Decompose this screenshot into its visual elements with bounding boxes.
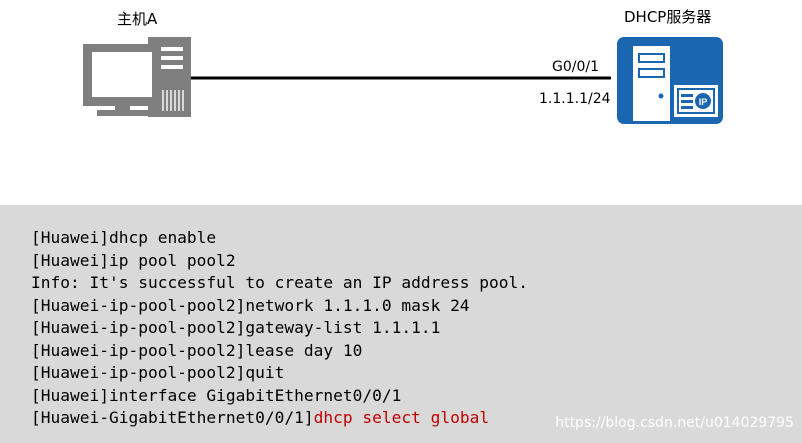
cli-highlighted-command: dhcp select global (313, 408, 490, 427)
cli-line: [Huawei]interface GigabitEthernet0/0/1 (31, 385, 528, 408)
cli-line: [Huawei-ip-pool-pool2]gateway-list 1.1.1… (31, 317, 528, 340)
interface-label: G0/0/1 (552, 59, 600, 75)
cli-line: [Huawei]ip pool pool2 (31, 250, 528, 273)
cli-line-text: [Huawei-ip-pool-pool2]lease day 10 (31, 340, 363, 360)
cli-line-text: [Huawei]ip pool pool2 (31, 250, 236, 270)
cli-line-text: [Huawei-GigabitEthernet0/0/1] (31, 408, 314, 427)
cli-line-text: [Huawei-ip-pool-pool2]gateway-list 1.1.1… (31, 318, 441, 337)
diagram-canvas: IP 主机A DHCP服务器 G0/0/1 1.1.1.1/24 [Huawei… (0, 0, 802, 443)
cli-line: Info: It's successful to create an IP ad… (31, 272, 528, 295)
cli-lines: [Huawei]dhcp enable [Huawei]ip pool pool… (31, 227, 528, 430)
cli-line: [Huawei-ip-pool-pool2]quit (31, 362, 528, 385)
cli-line-text: [Huawei-ip-pool-pool2]quit (31, 363, 285, 382)
cli-line-text: [Huawei-ip-pool-pool2]network 1.1.1.0 ma… (31, 295, 470, 315)
cli-config-panel: [Huawei]dhcp enable [Huawei]ip pool pool… (0, 205, 802, 443)
desktop-pc-icon (83, 37, 191, 117)
server-label: DHCP服务器 (624, 8, 712, 26)
cli-line-text: [Huawei]dhcp enable (31, 228, 217, 247)
cli-line-text: [Huawei]interface GigabitEthernet0/0/1 (31, 385, 402, 405)
topology-drawing: IP (83, 37, 723, 124)
watermark: https://blog.csdn.net/u014029795 (555, 415, 794, 431)
ip-address-label: 1.1.1.1/24 (539, 91, 611, 107)
cli-line: [Huawei-ip-pool-pool2]lease day 10 (31, 340, 528, 363)
host-label: 主机A (117, 10, 158, 28)
svg-text:IP: IP (699, 97, 708, 107)
dhcp-server-icon: IP (617, 37, 723, 124)
cli-line-text: Info: It's successful to create an IP ad… (31, 273, 529, 292)
network-topology: IP 主机A DHCP服务器 G0/0/1 1.1.1.1/24 (0, 0, 802, 205)
cli-line: [Huawei-ip-pool-pool2]network 1.1.1.0 ma… (31, 295, 528, 318)
cli-line: [Huawei]dhcp enable (31, 227, 528, 250)
cli-line: [Huawei-GigabitEthernet0/0/1]dhcp select… (31, 407, 528, 430)
